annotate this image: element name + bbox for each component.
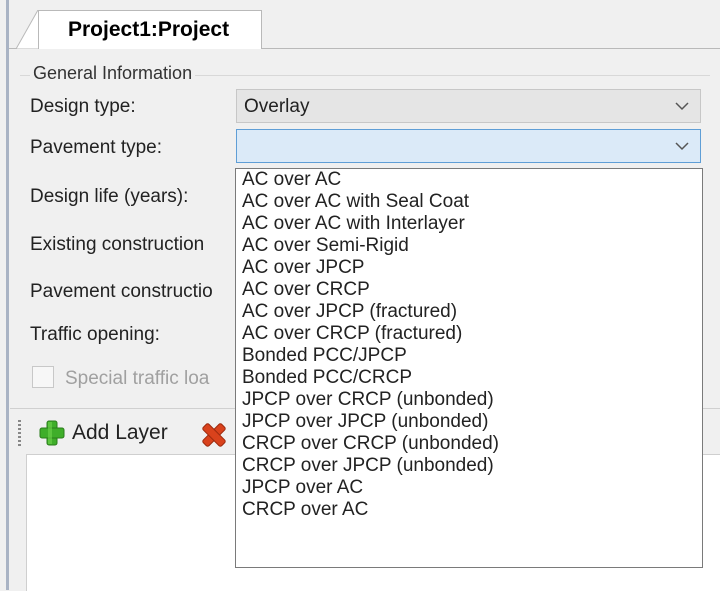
dropdown-option[interactable]: AC over AC — [236, 169, 702, 191]
dropdown-option[interactable]: AC over AC with Interlayer — [236, 213, 702, 235]
pavement-type-combo[interactable] — [236, 129, 701, 163]
group-title: General Information — [30, 63, 196, 84]
tab-project-label: Project1:Project — [68, 18, 230, 41]
dropdown-option[interactable]: Bonded PCC/JPCP — [236, 345, 702, 367]
design-type-value: Overlay — [244, 96, 310, 117]
dropdown-option[interactable]: AC over JPCP (fractured) — [236, 301, 702, 323]
delete-layer-icon[interactable] — [200, 421, 228, 449]
dropdown-option[interactable]: AC over CRCP — [236, 279, 702, 301]
dropdown-option[interactable]: CRCP over JPCP (unbonded) — [236, 455, 702, 477]
special-traffic-checkbox[interactable] — [32, 366, 54, 388]
dropdown-option[interactable]: AC over CRCP (fractured) — [236, 323, 702, 345]
add-layer-button[interactable]: Add Layer — [38, 417, 168, 449]
dropdown-option[interactable]: CRCP over AC — [236, 499, 702, 521]
special-traffic-label: Special traffic loa — [65, 368, 210, 389]
dropdown-option[interactable]: CRCP over CRCP (unbonded) — [236, 433, 702, 455]
pavement-type-dropdown[interactable]: AC over AC AC over AC with Seal Coat AC … — [235, 168, 703, 568]
dropdown-option[interactable]: JPCP over JPCP (unbonded) — [236, 411, 702, 433]
pavement-type-label: Pavement type: — [30, 137, 163, 158]
pavement-construction-label: Pavement constructio — [30, 281, 213, 302]
dropdown-option[interactable]: AC over AC with Seal Coat — [236, 191, 702, 213]
chevron-down-icon — [675, 142, 689, 151]
dropdown-option[interactable]: AC over Semi-Rigid — [236, 235, 702, 257]
traffic-opening-label: Traffic opening: — [30, 324, 160, 345]
toolbar-grip[interactable] — [18, 420, 21, 446]
add-layer-label: Add Layer — [72, 421, 168, 444]
window-left-border — [0, 0, 9, 590]
design-life-label: Design life (years): — [30, 186, 189, 207]
chevron-down-icon — [675, 102, 689, 111]
dropdown-option[interactable]: AC over JPCP — [236, 257, 702, 279]
dropdown-option[interactable]: Bonded PCC/CRCP — [236, 367, 702, 389]
dropdown-option[interactable]: JPCP over AC — [236, 477, 702, 499]
design-type-label: Design type: — [30, 96, 136, 117]
add-layer-icon — [39, 420, 65, 446]
existing-construction-label: Existing construction — [30, 234, 205, 255]
dropdown-option[interactable]: JPCP over CRCP (unbonded) — [236, 389, 702, 411]
design-type-combo[interactable]: Overlay — [236, 89, 701, 123]
